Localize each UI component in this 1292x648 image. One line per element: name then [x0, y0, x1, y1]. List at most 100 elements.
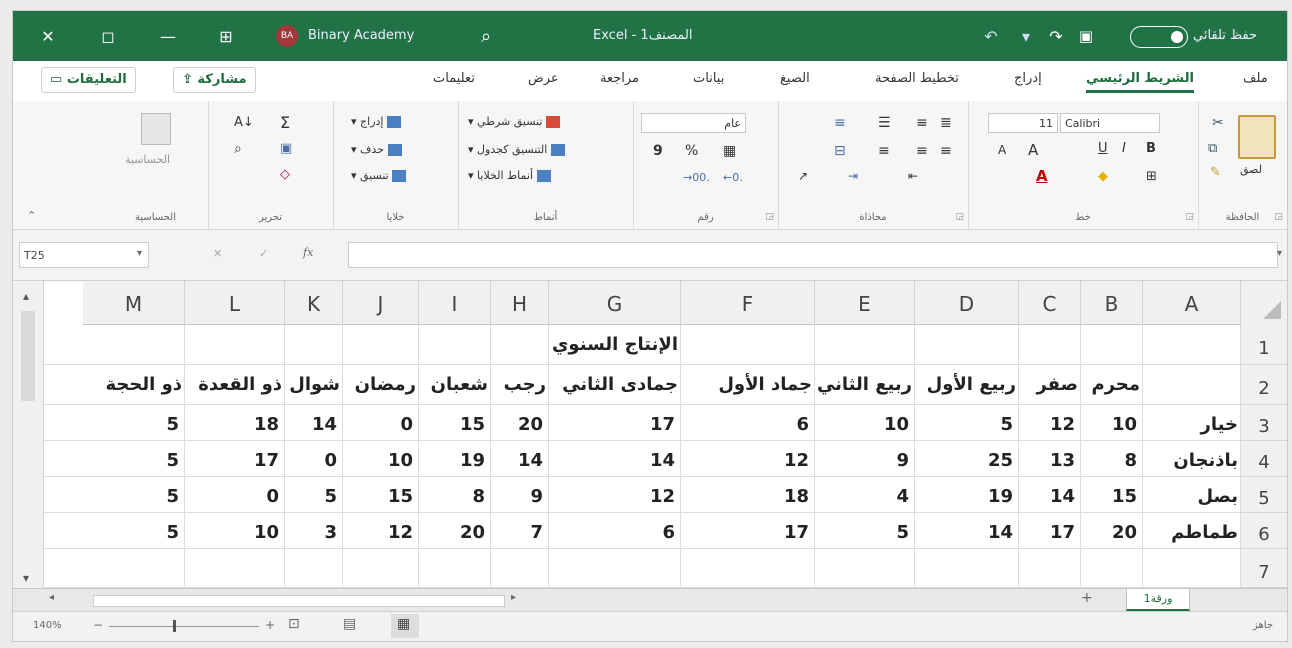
value-cell[interactable]: 10	[815, 405, 915, 442]
month-header-cell[interactable]: رمضان	[343, 365, 419, 402]
value-cell[interactable]: 14	[285, 405, 343, 442]
font-color-icon[interactable]: A	[1036, 167, 1048, 185]
column-header-K[interactable]: K	[285, 281, 343, 325]
value-cell[interactable]: 5	[83, 405, 185, 442]
value-cell[interactable]: 18	[681, 477, 815, 514]
close-icon[interactable]: ✕	[33, 11, 63, 61]
tab-file[interactable]: ملف	[1243, 71, 1268, 86]
insert-function-icon[interactable]: fx	[303, 246, 313, 259]
align-bottom-icon[interactable]: ≡	[916, 115, 928, 131]
indent-icon[interactable]: ⇥	[848, 169, 858, 183]
month-header-cell[interactable]: ذو الحجة	[83, 365, 185, 402]
month-header-cell[interactable]: ربيع الثاني	[815, 365, 915, 402]
value-cell[interactable]: 8	[1081, 441, 1143, 478]
insert-cells-button[interactable]: إدراج ▾	[351, 115, 401, 128]
wrap-text-icon[interactable]: ≣	[940, 115, 952, 131]
value-cell[interactable]: 5	[285, 477, 343, 514]
format-cells-button[interactable]: تنسيق ▾	[351, 169, 407, 182]
fill-color-icon[interactable]: ◆	[1098, 169, 1108, 184]
table-title[interactable]: الإنتاج السنوي	[543, 325, 681, 362]
value-cell[interactable]: 12	[343, 513, 419, 550]
value-cell[interactable]: 19	[915, 477, 1019, 514]
value-cell[interactable]: 15	[343, 477, 419, 514]
row-header-7[interactable]: 7	[1241, 549, 1287, 588]
font-name-input[interactable]: Calibri	[1060, 113, 1160, 133]
number-format-select[interactable]: عام	[641, 113, 746, 133]
select-all-corner[interactable]	[1241, 281, 1287, 326]
accounting-icon[interactable]: ▦	[723, 143, 736, 159]
month-header-cell[interactable]: صفر	[1019, 365, 1081, 402]
normal-view-icon[interactable]: ▦	[397, 616, 410, 632]
page-break-view-icon[interactable]: ⊡	[288, 616, 300, 632]
month-header-cell[interactable]: ذو القعدة	[185, 365, 285, 402]
month-header-cell[interactable]: جمادى الثاني	[549, 365, 681, 402]
fill-icon[interactable]: ▣	[280, 141, 292, 156]
align-top-icon[interactable]: ≡	[834, 115, 846, 131]
column-header-H[interactable]: H	[491, 281, 549, 325]
row-header-1[interactable]: 1	[1241, 325, 1287, 365]
autosave-toggle[interactable]	[1130, 26, 1188, 48]
month-header-cell[interactable]: شوال	[285, 365, 343, 402]
product-name-cell[interactable]: خيار	[1143, 405, 1241, 442]
chevron-down-icon[interactable]: ▾	[1013, 11, 1039, 61]
month-header-cell[interactable]: رجب	[491, 365, 549, 402]
format-painter-icon[interactable]: ✎	[1210, 165, 1221, 180]
column-header-A[interactable]: A	[1143, 281, 1241, 325]
format-as-table-button[interactable]: التنسيق كجدول ▾	[468, 143, 565, 156]
scrollbar-thumb[interactable]	[21, 311, 35, 401]
value-cell[interactable]: 15	[419, 405, 491, 442]
value-cell[interactable]: 14	[1019, 477, 1081, 514]
product-name-cell[interactable]: بصل	[1143, 477, 1241, 514]
value-cell[interactable]: 5	[83, 477, 185, 514]
value-cell[interactable]: 10	[185, 513, 285, 550]
tab-help[interactable]: تعليمات	[433, 71, 475, 86]
tab-insert[interactable]: إدراج	[1014, 71, 1042, 86]
copy-icon[interactable]: ⧉	[1208, 141, 1217, 156]
grow-font-button[interactable]: A	[1028, 141, 1038, 159]
row-header-2[interactable]: 2	[1241, 365, 1287, 405]
comments-button[interactable]: التعليقات ▭	[41, 67, 136, 93]
value-cell[interactable]: 12	[549, 477, 681, 514]
sensitivity-button[interactable]: الحساسية	[125, 153, 170, 166]
value-cell[interactable]: 7	[491, 513, 549, 550]
column-header-G[interactable]: G	[549, 281, 681, 325]
value-cell[interactable]: 10	[343, 441, 419, 478]
decrease-indent-icon[interactable]: ⇤	[908, 169, 918, 183]
value-cell[interactable]: 9	[815, 441, 915, 478]
zoom-in-icon[interactable]: +	[265, 618, 275, 632]
month-header-cell[interactable]: ربيع الأول	[915, 365, 1019, 402]
formula-input[interactable]	[348, 242, 1278, 268]
user-name[interactable]: Binary Academy	[308, 11, 414, 61]
delete-cells-button[interactable]: حذف ▾	[351, 143, 402, 156]
find-icon[interactable]: ⌕	[234, 141, 242, 157]
ribbon-display-icon[interactable]: ⊞	[211, 11, 241, 61]
value-cell[interactable]: 18	[185, 405, 285, 442]
month-header-cell[interactable]: شعبان	[419, 365, 491, 402]
value-cell[interactable]: 13	[1019, 441, 1081, 478]
value-cell[interactable]: 5	[915, 405, 1019, 442]
value-cell[interactable]: 15	[1081, 477, 1143, 514]
value-cell[interactable]: 20	[491, 405, 549, 442]
value-cell[interactable]: 19	[419, 441, 491, 478]
align-middle-icon[interactable]: ☰	[878, 115, 891, 131]
underline-button[interactable]: U	[1098, 141, 1108, 156]
tab-data[interactable]: بيانات	[693, 71, 724, 86]
launcher-icon[interactable]: ◲	[1185, 212, 1194, 222]
value-cell[interactable]: 9	[491, 477, 549, 514]
value-cell[interactable]: 0	[285, 441, 343, 478]
tab-home[interactable]: الشريط الرئيسي	[1086, 71, 1194, 93]
value-cell[interactable]: 10	[1081, 405, 1143, 442]
value-cell[interactable]: 6	[681, 405, 815, 442]
chevron-down-icon[interactable]: ▾	[137, 248, 142, 259]
save-icon[interactable]: ▣	[1073, 11, 1099, 61]
autosum-button[interactable]: Σ	[280, 113, 290, 132]
value-cell[interactable]: 14	[915, 513, 1019, 550]
value-cell[interactable]: 17	[681, 513, 815, 550]
zoom-level[interactable]: 140%	[33, 620, 62, 631]
value-cell[interactable]: 3	[285, 513, 343, 550]
sort-filter-icon[interactable]: ↓A	[234, 115, 254, 130]
page-layout-view-icon[interactable]: ▤	[343, 616, 356, 632]
month-header-cell[interactable]: محرم	[1081, 365, 1143, 402]
conditional-formatting-button[interactable]: تنسيق شرطي ▾	[468, 115, 560, 128]
zoom-out-icon[interactable]: −	[93, 618, 103, 632]
